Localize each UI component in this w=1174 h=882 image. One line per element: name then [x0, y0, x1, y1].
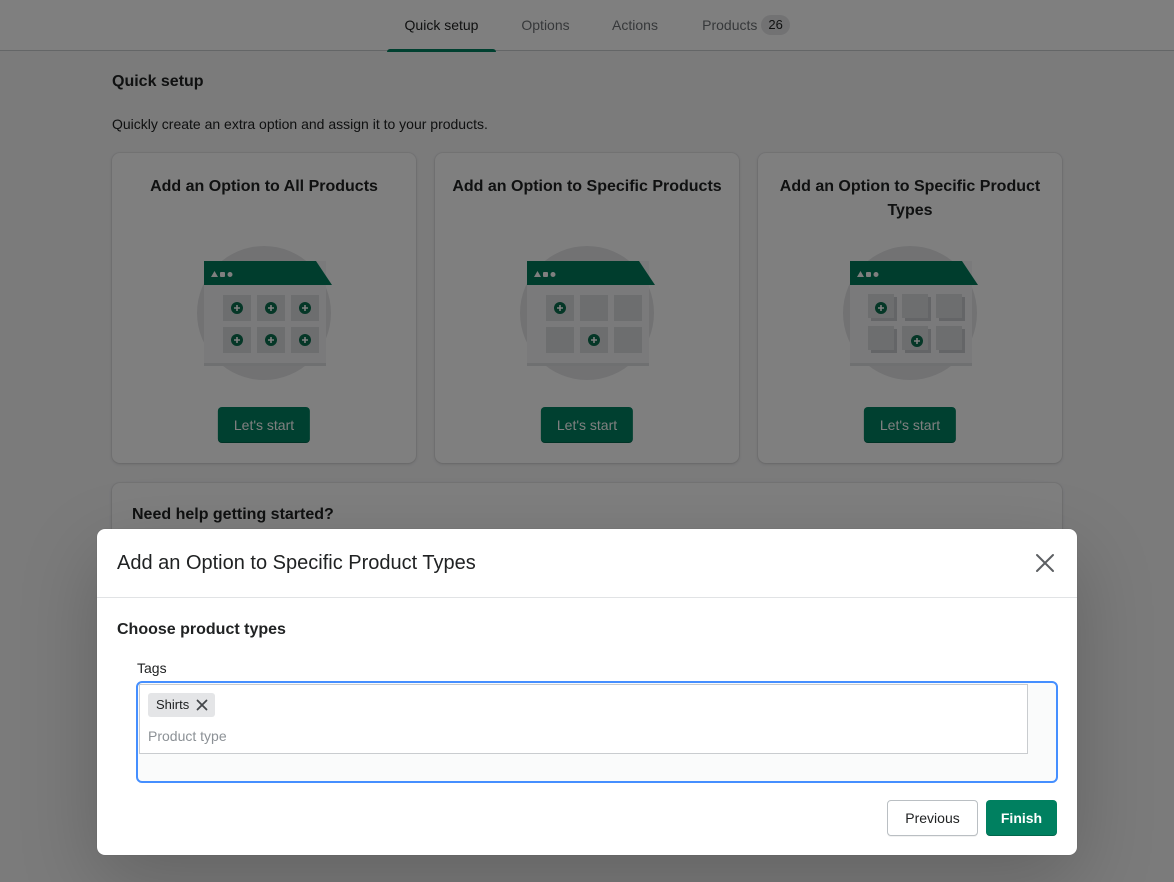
close-icon[interactable] [1033, 551, 1057, 575]
tag-chip: Shirts [148, 693, 216, 717]
product-types-modal: Add an Option to Specific Product Types … [97, 529, 1077, 855]
modal-title: Add an Option to Specific Product Types [117, 552, 476, 574]
product-type-input[interactable] [148, 725, 748, 747]
tags-field[interactable]: Shirts [136, 681, 1058, 783]
modal-header: Add an Option to Specific Product Types [97, 529, 1077, 598]
close-small-icon[interactable] [195, 698, 209, 712]
tag-chip-label: Shirts [156, 697, 190, 712]
tags-input-area[interactable]: Shirts [139, 684, 1028, 754]
tags-label: Tags [137, 660, 167, 676]
modal-subtitle: Choose product types [117, 621, 286, 638]
finish-button[interactable]: Finish [986, 800, 1057, 836]
previous-button[interactable]: Previous [887, 800, 978, 836]
